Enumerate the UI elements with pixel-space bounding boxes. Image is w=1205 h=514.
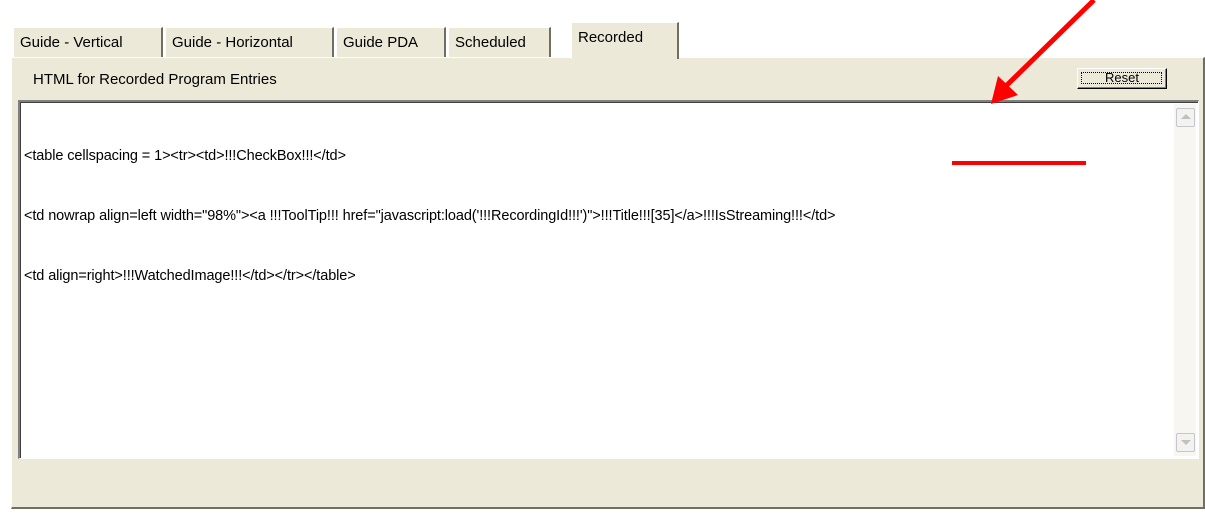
red-arrow-annotation-icon [991, 0, 1096, 104]
tab-recorded[interactable]: Recorded [571, 22, 679, 59]
